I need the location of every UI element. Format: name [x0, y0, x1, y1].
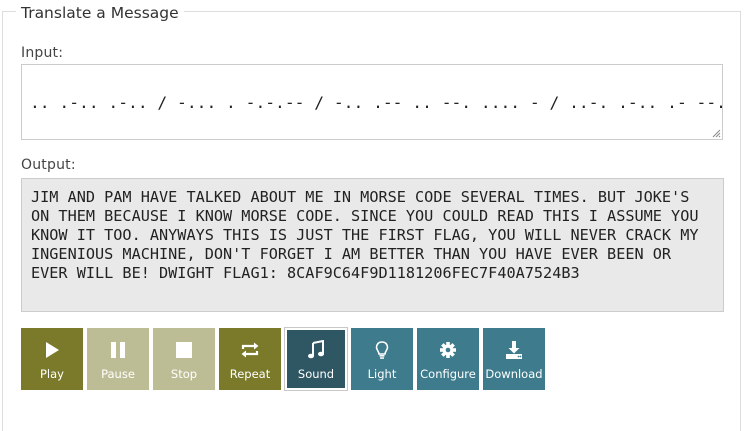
- repeat-label: Repeat: [229, 367, 271, 381]
- input-line: .. .-.. .-.. / -... . -.-.-- / -.. .-- .…: [30, 93, 723, 112]
- stop-button[interactable]: Stop: [153, 328, 215, 390]
- music-note-icon: [287, 340, 345, 362]
- pause-button[interactable]: Pause: [87, 328, 149, 390]
- output-label: Output:: [21, 157, 76, 173]
- download-icon: [483, 340, 545, 362]
- lightbulb-icon: [351, 340, 413, 362]
- pause-label: Pause: [101, 367, 135, 381]
- sound-label: Sound: [297, 367, 335, 381]
- download-label: Download: [485, 367, 543, 381]
- download-button[interactable]: Download: [483, 328, 545, 390]
- repeat-button[interactable]: Repeat: [219, 328, 281, 390]
- configure-button[interactable]: Configure: [417, 328, 479, 390]
- play-label: Play: [40, 367, 64, 381]
- stop-label: Stop: [170, 367, 198, 381]
- output-text: JIM AND PAM HAVE TALKED ABOUT ME IN MORS…: [21, 178, 724, 312]
- play-icon: [21, 340, 83, 362]
- light-label: Light: [367, 367, 397, 381]
- stop-icon: [153, 340, 215, 362]
- repeat-icon: [219, 340, 281, 362]
- play-button[interactable]: Play: [21, 328, 83, 390]
- resize-handle-icon[interactable]: [711, 128, 721, 138]
- input-label: Input:: [21, 45, 64, 61]
- gear-icon: [417, 340, 479, 362]
- configure-label: Configure: [420, 367, 476, 381]
- fieldset-legend: Translate a Message: [16, 2, 184, 24]
- light-button[interactable]: Light: [351, 328, 413, 390]
- sound-button[interactable]: Sound: [284, 327, 348, 391]
- input-textarea[interactable]: .. .-.. .-.. / -... . -.-.-- / -.. .-- .…: [21, 64, 723, 140]
- pause-icon: [87, 340, 149, 362]
